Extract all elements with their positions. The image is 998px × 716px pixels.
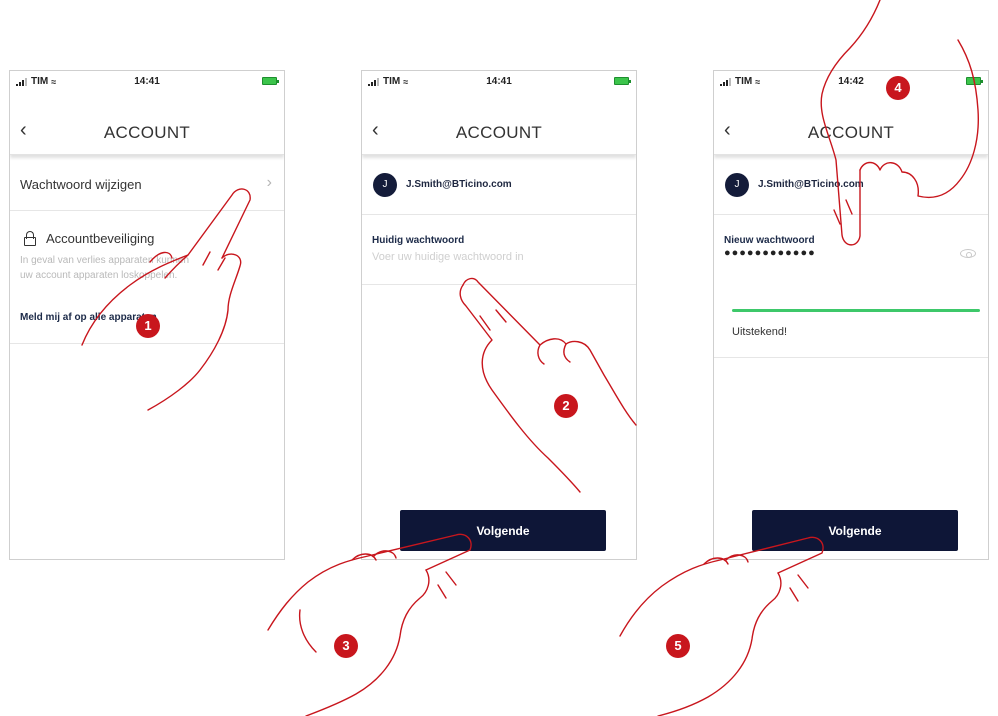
nav-bar: ‹ ACCOUNT (362, 93, 636, 155)
password-strength-bar (732, 309, 980, 312)
avatar: J (373, 173, 397, 197)
next-button[interactable]: Volgende (752, 510, 958, 551)
page-title: ACCOUNT (807, 123, 895, 142)
chevron-right-icon: › (266, 174, 272, 191)
status-bar: TIM ≈ 14:42 (714, 71, 988, 93)
new-password-input[interactable]: ●●●●●●●●●●●● (724, 247, 816, 259)
new-password-field[interactable]: Nieuw wachtwoord ●●●●●●●●●●●● (714, 215, 988, 285)
status-time: 14:41 (486, 76, 512, 87)
divider (714, 357, 988, 358)
nav-bar: ‹ ACCOUNT (714, 93, 988, 155)
lock-icon (24, 231, 36, 246)
status-time: 14:42 (838, 76, 864, 87)
user-email: J.Smith@BTicino.com (406, 179, 512, 190)
current-password-input[interactable]: Voer uw huidige wachtwoord in (372, 251, 602, 263)
step-marker-2: 2 (554, 394, 578, 418)
status-bar: TIM ≈ 14:41 (10, 71, 284, 93)
hand-pointer-icon (267, 533, 472, 716)
step-marker-4: 4 (886, 76, 910, 100)
status-time: 14:41 (134, 76, 160, 87)
security-title: Accountbeveiliging (46, 231, 155, 246)
next-button[interactable]: Volgende (400, 510, 606, 551)
current-password-label: Huidig wachtwoord (372, 235, 465, 246)
battery-icon (614, 77, 631, 85)
battery-icon (966, 77, 983, 85)
page-title: ACCOUNT (103, 123, 191, 142)
step-marker-5: 5 (666, 634, 690, 658)
password-strength-label: Uitstekend! (732, 326, 788, 338)
user-row: J J.Smith@BTicino.com (362, 155, 636, 215)
page-title: ACCOUNT (455, 123, 543, 142)
step-marker-1: 1 (136, 314, 160, 338)
avatar: J (725, 173, 749, 197)
hand-pointer-icon (619, 536, 824, 716)
screen-current-password: TIM ≈ 14:41 ‹ ACCOUNT J J.Smith@BTicino.… (361, 70, 637, 560)
status-bar: TIM ≈ 14:41 (362, 71, 636, 93)
security-description: In geval van verlies apparaten kunnen uw… (20, 255, 190, 281)
change-password-label: Wachtwoord wijzigen (20, 177, 142, 192)
nav-bar: ‹ ACCOUNT (10, 93, 284, 155)
user-row: J J.Smith@BTicino.com (714, 155, 988, 215)
battery-icon (262, 77, 279, 85)
user-email: J.Smith@BTicino.com (758, 179, 864, 190)
current-password-field[interactable]: Huidig wachtwoord Voer uw huidige wachtw… (362, 215, 636, 285)
change-password-row[interactable]: Wachtwoord wijzigen › (10, 155, 284, 211)
eye-icon[interactable] (960, 249, 976, 258)
screen-new-password: TIM ≈ 14:42 ‹ ACCOUNT J J.Smith@BTicino.… (713, 70, 989, 560)
step-marker-3: 3 (334, 634, 358, 658)
new-password-label: Nieuw wachtwoord (724, 235, 815, 246)
